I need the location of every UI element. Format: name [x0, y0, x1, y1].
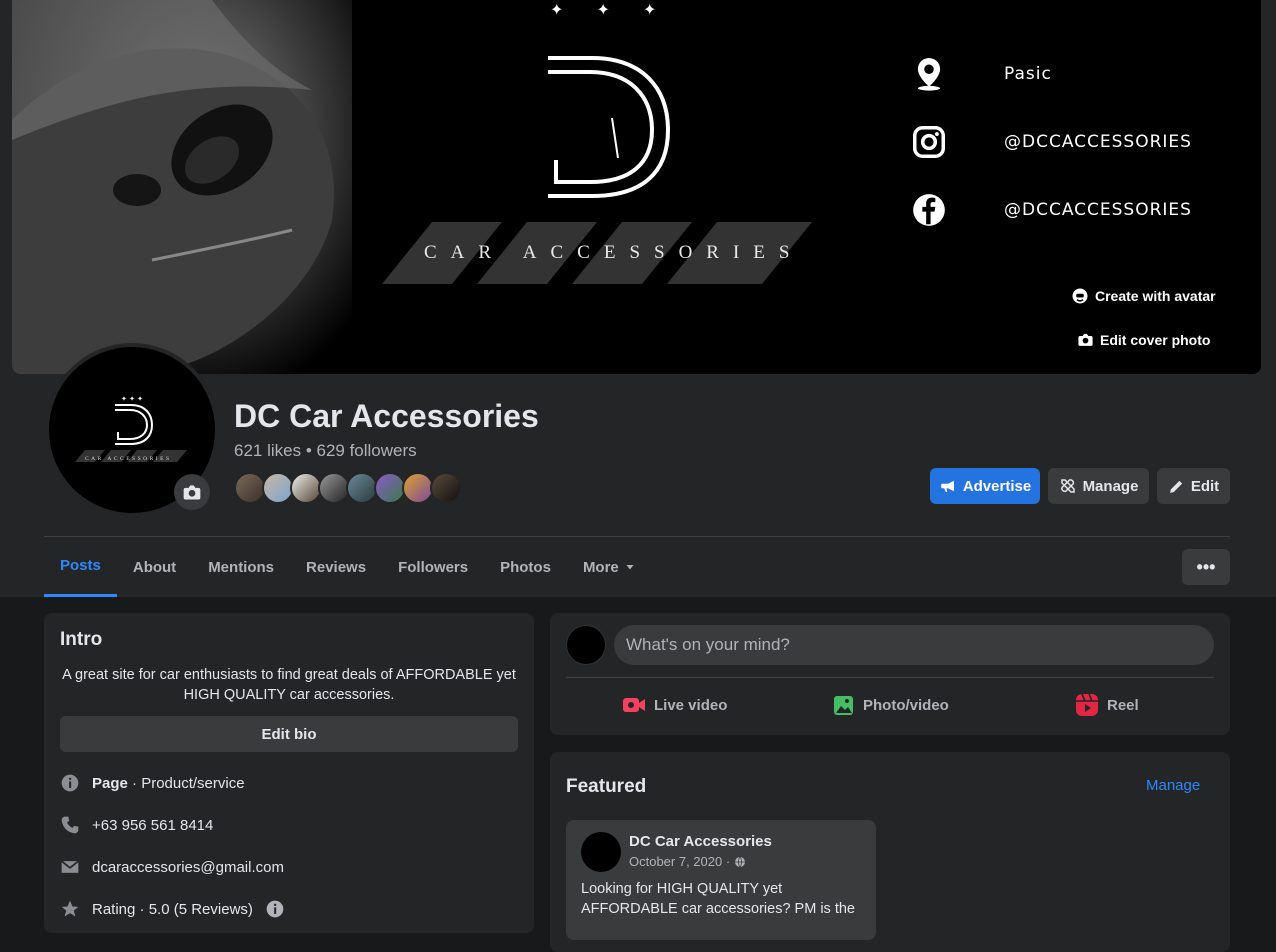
tab-about[interactable]: About [117, 537, 192, 597]
live-video-button[interactable]: Live video [622, 693, 727, 717]
intro-phone: +63 956 561 8414 [60, 815, 213, 835]
phone-icon [61, 816, 79, 834]
cover-instagram-text: @DCCACCESSORIES [1004, 132, 1192, 152]
reel-icon [1076, 693, 1098, 716]
mail-icon [61, 860, 79, 873]
tab-followers[interactable]: Followers [382, 537, 484, 597]
camera-icon [1078, 333, 1093, 346]
post-author[interactable]: DC Car Accessories [629, 833, 772, 850]
live-video-icon [623, 698, 645, 712]
page-label: Page [92, 774, 128, 792]
phone-number: +63 956 561 8414 [92, 816, 214, 834]
cover-facebook-row: @DCCACCESSORIES [900, 190, 1192, 230]
instagram-icon [913, 126, 945, 158]
post-composer: What's on your mind? Live video Photo/vi… [550, 613, 1230, 735]
edit-label: Edit [1190, 477, 1220, 495]
more-options-button[interactable]: ••• [1182, 549, 1230, 585]
post-text: Looking for HIGH QUALITY yet AFFORDABLE … [581, 881, 855, 917]
reel-label: Reel [1107, 696, 1139, 714]
edit-bio-button[interactable]: Edit bio [60, 716, 518, 752]
create-with-avatar-label: Create with avatar [1095, 288, 1216, 304]
create-with-avatar-button[interactable]: Create with avatar [1071, 287, 1216, 305]
cover-instagram-row: @DCCACCESSORIES [900, 122, 1192, 162]
intro-card: Intro A great site for car enthusiasts t… [44, 613, 534, 933]
update-profile-picture-button[interactable] [174, 474, 210, 510]
composer-avatar[interactable] [566, 625, 606, 665]
post-date-text: October 7, 2020 · [629, 854, 731, 869]
cover-location-text: Pasic [1004, 64, 1052, 84]
rating-text: Rating · 5.0 (5 Reviews) [92, 900, 253, 918]
edit-button[interactable]: Edit [1157, 468, 1230, 504]
composer-divider [566, 677, 1214, 678]
tools-icon [1060, 479, 1075, 493]
car-image [12, 0, 352, 374]
info-icon[interactable] [265, 899, 285, 919]
tab-posts[interactable]: Posts [44, 537, 117, 597]
follower-avatars[interactable] [234, 472, 462, 504]
manage-button[interactable]: Manage [1048, 468, 1149, 504]
page-title: DC Car Accessories [234, 398, 539, 434]
stars-decoration: ✦ ✦ ✦ [550, 0, 671, 19]
caret-down-icon [626, 565, 634, 570]
avatar-icon [1072, 288, 1088, 304]
tab-reviews[interactable]: Reviews [290, 537, 382, 597]
megaphone-icon [941, 480, 954, 492]
photo-video-icon [834, 696, 853, 715]
featured-post[interactable]: DC Car Accessories October 7, 2020 · Loo… [566, 820, 876, 940]
email-address[interactable]: dcaraccessories@gmail.com [92, 859, 284, 876]
tab-more[interactable]: More [567, 537, 652, 597]
page-category: · Product/service [127, 774, 245, 792]
manage-label: Manage [1082, 477, 1139, 495]
info-icon [61, 774, 79, 792]
cover-facebook-text: @DCCACCESSORIES [1004, 200, 1192, 220]
featured-manage-link[interactable]: Manage [1146, 777, 1200, 794]
post-avatar[interactable] [581, 832, 621, 872]
live-video-label: Live video [654, 696, 728, 714]
featured-title: Featured [566, 776, 647, 797]
profile-tabs: Posts About Mentions Reviews Followers P… [44, 537, 652, 597]
advertise-label: Advertise [962, 477, 1032, 495]
intro-rating: Rating · 5.0 (5 Reviews) [60, 899, 285, 919]
avatar-brand-text: CAR ACCESSORIES [85, 456, 172, 462]
facebook-icon [913, 194, 945, 226]
page-stats[interactable]: 621 likes • 629 followers [234, 441, 417, 461]
tab-photos[interactable]: Photos [484, 537, 567, 597]
intro-bio: A great site for car enthusiasts to find… [62, 667, 516, 703]
tab-more-label: More [582, 558, 619, 576]
intro-email: dcaraccessories@gmail.com [60, 857, 284, 877]
brand-text: CAR ACCESSORIES [424, 242, 804, 263]
photo-video-button[interactable]: Photo/video [831, 693, 949, 717]
logo-d-icon [548, 56, 671, 198]
photo-video-label: Photo/video [863, 696, 949, 714]
whats-on-your-mind-input[interactable]: What's on your mind? [614, 625, 1214, 665]
camera-icon [183, 485, 201, 500]
globe-icon [735, 856, 746, 867]
star-icon [61, 900, 79, 917]
tab-mentions[interactable]: Mentions [192, 537, 290, 597]
intro-title: Intro [60, 629, 103, 650]
follower-avatar[interactable] [430, 472, 462, 504]
location-pin-icon [917, 58, 941, 91]
cover-location-row: Pasic [900, 54, 1052, 94]
edit-cover-photo-label: Edit cover photo [1100, 331, 1211, 348]
advertise-button[interactable]: Advertise [930, 468, 1040, 504]
featured-card: Featured Manage DC Car Accessories Octob… [550, 752, 1230, 952]
pencil-icon [1169, 480, 1182, 493]
edit-cover-photo-button[interactable]: Edit cover photo [1077, 331, 1210, 348]
intro-page-category: Page · Product/service [60, 773, 245, 793]
reel-button[interactable]: Reel [1075, 693, 1139, 717]
cover-photo[interactable]: ✦ ✦ ✦ CAR ACCESSORIES Pasic @DCCACCESSOR… [12, 0, 1261, 374]
post-date[interactable]: October 7, 2020 · [629, 854, 746, 869]
svg-text:✦ ✦ ✦: ✦ ✦ ✦ [121, 395, 143, 403]
